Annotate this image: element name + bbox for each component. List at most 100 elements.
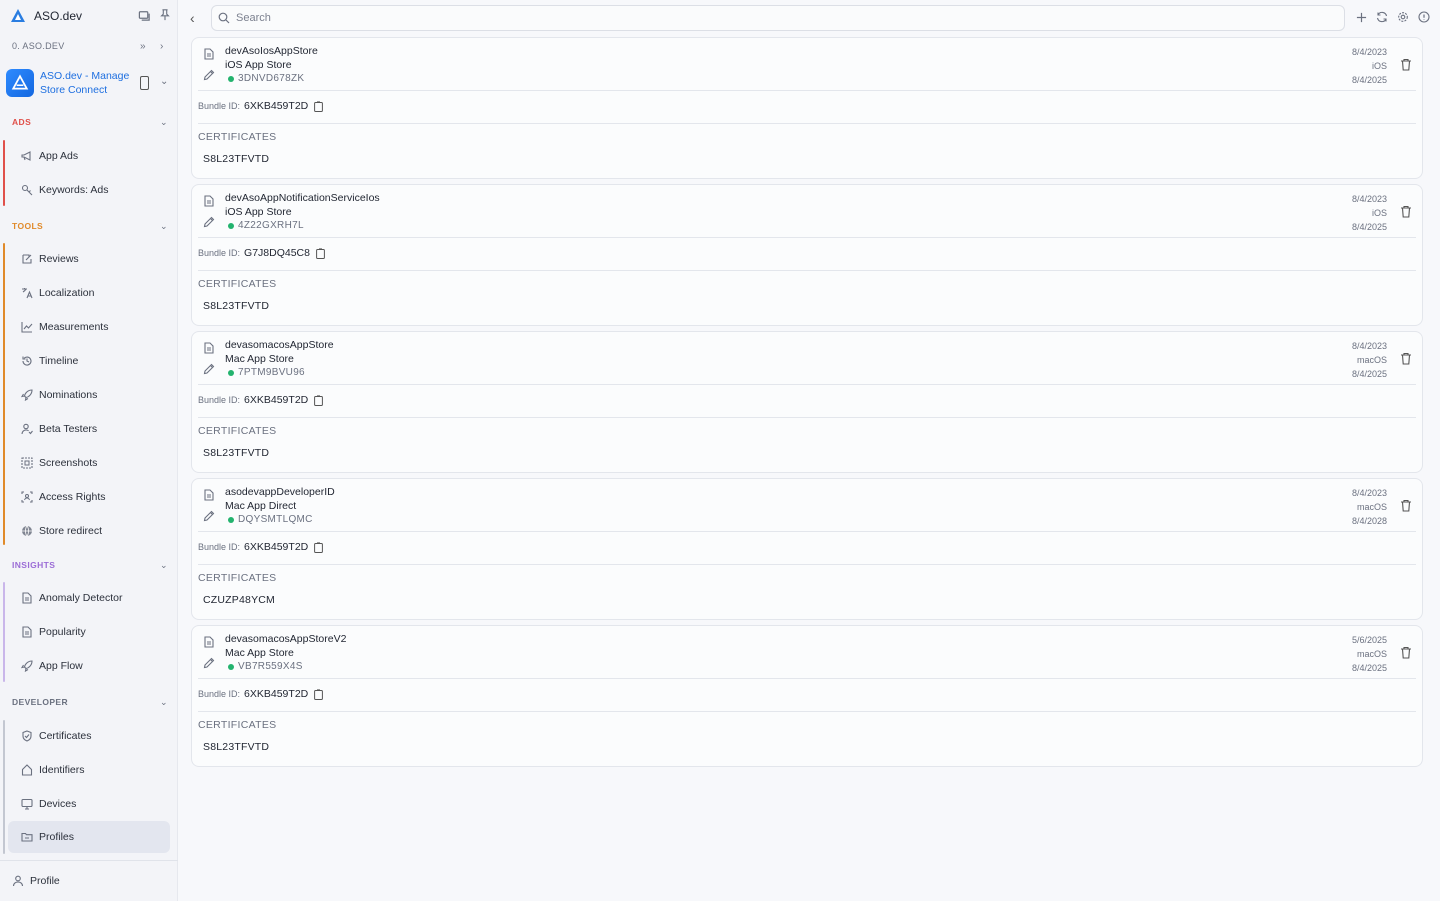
created-date: 8/4/2023 <box>1351 341 1387 351</box>
user-icon <box>12 875 24 887</box>
expiry-date: 8/4/2025 <box>1351 369 1387 379</box>
sidebar-item-app-flow[interactable]: App Flow <box>8 650 170 682</box>
globe-icon <box>20 525 33 538</box>
document-icon[interactable] <box>203 342 215 354</box>
refresh-icon[interactable] <box>1375 10 1389 24</box>
bundle-id-label: Bundle ID: <box>198 689 241 699</box>
copy-icon[interactable] <box>314 394 324 406</box>
trash-icon[interactable] <box>1400 58 1412 71</box>
sidebar-item-popularity[interactable]: Popularity <box>8 616 170 648</box>
chevron-down-icon[interactable]: ⌄ <box>160 560 168 571</box>
nav-group-tools: Reviews Localization Measurements Timeli… <box>0 243 178 545</box>
sidebar-item-reviews[interactable]: Reviews <box>8 243 170 275</box>
org-label: 0. ASO.DEV <box>12 41 65 51</box>
copy-icon[interactable] <box>314 688 324 700</box>
sidebar-item-label: Access Rights <box>39 491 106 503</box>
bundle-id-value: 6XKB459T2D <box>244 541 309 553</box>
trash-icon[interactable] <box>1400 646 1412 659</box>
sidebar-toggle-icon[interactable] <box>137 8 151 22</box>
sidebar-item-identifiers[interactable]: Identifiers <box>8 754 170 786</box>
chevron-right-icon[interactable]: › <box>160 41 164 52</box>
trash-icon[interactable] <box>1400 205 1412 218</box>
help-icon[interactable] <box>1417 10 1431 24</box>
bundle-id-value: G7J8DQ45C8 <box>244 247 310 259</box>
sidebar-item-label: App Flow <box>39 660 83 672</box>
certificates-heading: CERTIFICATES <box>198 719 277 731</box>
certificates-heading: CERTIFICATES <box>198 572 277 584</box>
certificate-value[interactable]: S8L23TFVTD <box>203 300 269 312</box>
bundle-id-label: Bundle ID: <box>198 248 241 258</box>
certificate-value[interactable]: S8L23TFVTD <box>203 153 269 165</box>
keywords-icon <box>20 184 33 197</box>
section-developer-header[interactable]: DEVELOPER ⌄ <box>0 693 178 711</box>
add-icon[interactable] <box>1354 10 1368 24</box>
section-insights-header[interactable]: INSIGHTS ⌄ <box>0 556 178 574</box>
app-selector[interactable]: ASO.dev - Manage Store Connect ⌄ <box>6 64 172 102</box>
sidebar-item-label: Certificates <box>39 730 92 742</box>
profile-team-id: DQYSMTLQMC <box>228 514 313 525</box>
double-chevron-icon[interactable]: » <box>140 41 146 52</box>
search-bar[interactable] <box>211 5 1345 31</box>
profile-link[interactable]: Profile <box>0 860 178 901</box>
sidebar-item-timeline[interactable]: Timeline <box>8 345 170 377</box>
trash-icon[interactable] <box>1400 352 1412 365</box>
copy-icon[interactable] <box>314 541 324 553</box>
sidebar-item-beta-testers[interactable]: Beta Testers <box>8 413 170 445</box>
trash-icon[interactable] <box>1400 499 1412 512</box>
edit-pencil-icon[interactable] <box>203 69 215 81</box>
chevron-down-icon[interactable]: ⌄ <box>160 697 168 708</box>
divider <box>198 531 1416 532</box>
document-icon[interactable] <box>203 489 215 501</box>
sidebar-item-anomaly-detector[interactable]: Anomaly Detector <box>8 582 170 614</box>
sidebar-item-devices[interactable]: Devices <box>8 788 170 820</box>
sidebar-item-certificates[interactable]: Certificates <box>8 720 170 752</box>
certificate-value[interactable]: CZUZP48YCM <box>203 594 275 606</box>
profile-card: devasomacosAppStore Mac App Store 7PTM9B… <box>191 331 1423 473</box>
profile-store: Mac App Store <box>225 647 294 659</box>
settings-gear-icon[interactable] <box>1396 10 1410 24</box>
divider <box>198 417 1416 418</box>
profile-name: devAsoIosAppStore <box>225 45 318 57</box>
sidebar-item-store-redirect[interactable]: Store redirect <box>8 515 170 547</box>
edit-pencil-icon[interactable] <box>203 363 215 375</box>
edit-pencil-icon[interactable] <box>203 216 215 228</box>
document-icon[interactable] <box>203 48 215 60</box>
sidebar-item-nominations[interactable]: Nominations <box>8 379 170 411</box>
sidebar-item-label: Reviews <box>39 253 79 265</box>
chevron-down-icon[interactable]: ⌄ <box>160 117 168 128</box>
sidebar-item-localization[interactable]: Localization <box>8 277 170 309</box>
pin-icon[interactable] <box>158 8 172 22</box>
edit-pencil-icon[interactable] <box>203 510 215 522</box>
sidebar-item-measurements[interactable]: Measurements <box>8 311 170 343</box>
copy-icon[interactable] <box>316 247 325 259</box>
profile-name: asodevappDeveloperID <box>225 486 335 498</box>
sidebar-item-app-ads[interactable]: App Ads <box>8 140 170 172</box>
edit-pencil-icon[interactable] <box>203 657 215 669</box>
sidebar-item-screenshots[interactable]: Screenshots <box>8 447 170 479</box>
search-input[interactable] <box>236 12 1316 24</box>
chevron-down-icon[interactable]: ⌄ <box>160 221 168 232</box>
sidebar-item-access-rights[interactable]: Access Rights <box>8 481 170 513</box>
certificate-value[interactable]: S8L23TFVTD <box>203 741 269 753</box>
certificates-heading: CERTIFICATES <box>198 131 277 143</box>
chevron-down-icon[interactable]: ⌄ <box>160 76 168 87</box>
sidebar-item-keywords-ads[interactable]: Keywords: Ads <box>8 174 170 206</box>
profile-card: devAsoIosAppStore iOS App Store 3DNVD678… <box>191 37 1423 179</box>
section-tools-header[interactable]: TOOLS ⌄ <box>0 217 178 235</box>
nav-group-insights: Anomaly Detector Popularity App Flow <box>0 582 178 682</box>
back-chevron-icon[interactable]: ‹ <box>190 10 195 26</box>
created-date: 8/4/2023 <box>1351 488 1387 498</box>
certificate-value[interactable]: S8L23TFVTD <box>203 447 269 459</box>
profile-dates: 8/4/2023 iOS 8/4/2025 <box>1352 45 1387 87</box>
reviews-icon <box>20 253 33 266</box>
copy-icon[interactable] <box>314 100 324 112</box>
section-ads-header[interactable]: ADS ⌄ <box>0 113 178 131</box>
sidebar-item-profiles[interactable]: Profiles <box>8 821 170 853</box>
team-id-value: 3DNVD678ZK <box>238 73 305 84</box>
profile-team-id: 3DNVD678ZK <box>228 73 304 84</box>
document-icon[interactable] <box>203 636 215 648</box>
search-icon <box>218 12 230 24</box>
sidebar-item-label: Popularity <box>39 626 86 638</box>
org-selector[interactable]: 0. ASO.DEV » › <box>0 38 178 54</box>
document-icon[interactable] <box>203 195 215 207</box>
